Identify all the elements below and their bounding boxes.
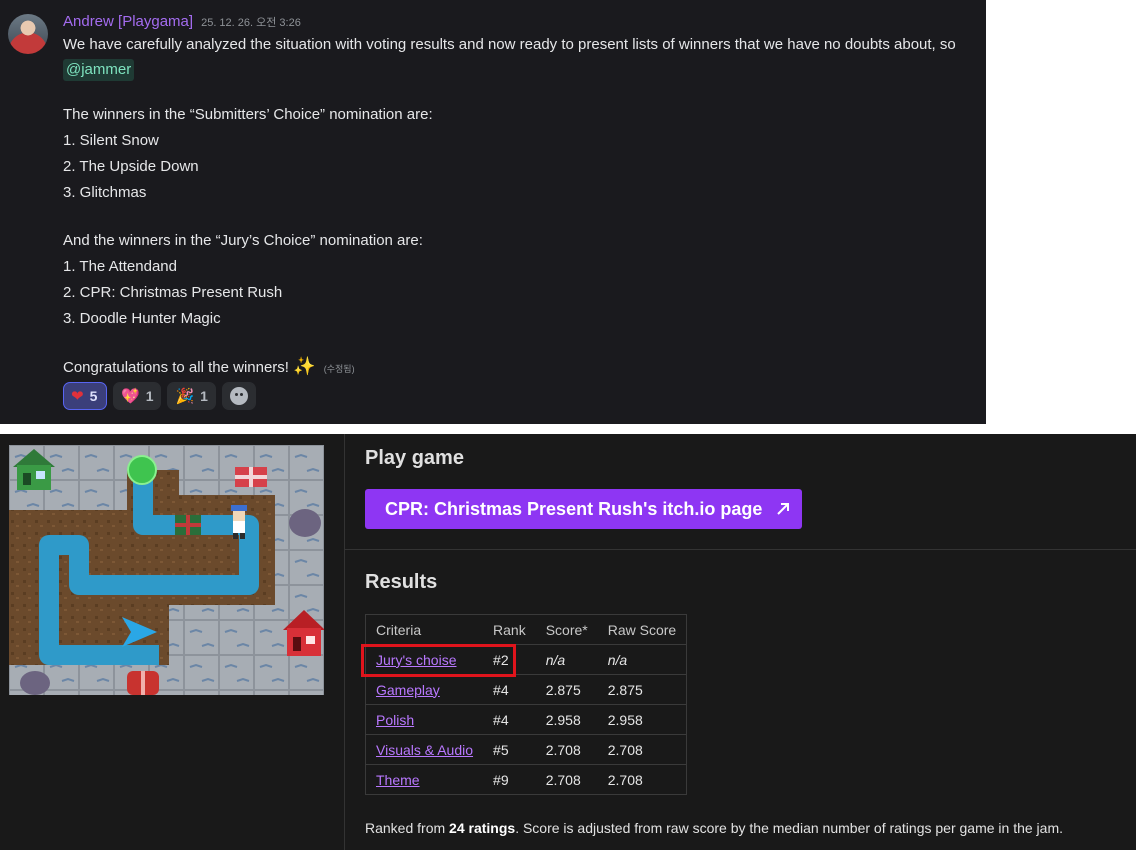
reaction-party[interactable]: 🎉 1	[167, 382, 216, 410]
criteria-link[interactable]: Polish	[376, 712, 414, 728]
raw-score-cell: 2.875	[597, 674, 687, 705]
reaction-heart[interactable]: ❤ 5	[63, 382, 107, 410]
submitters-item: 1. Silent Snow	[63, 132, 159, 149]
score-cell: 2.958	[535, 704, 598, 735]
table-row: Polish #4 2.958 2.958	[365, 704, 687, 735]
itch-game-page: Play game CPR: Christmas Present Rush's …	[0, 434, 1136, 850]
discord-message: Andrew [Playgama] 25. 12. 26. 오전 3:26 We…	[0, 0, 986, 424]
highlight-annotation	[361, 644, 516, 677]
ratings-count: 24 ratings	[449, 820, 516, 836]
reaction-bar: ❤ 5 💖 1 🎉 1	[63, 382, 256, 410]
reaction-count: 5	[89, 388, 98, 404]
reaction-heart-sparkle[interactable]: 💖 1	[113, 382, 162, 410]
table-row: Theme #9 2.708 2.708	[365, 764, 687, 795]
submitters-heading: The winners in the “Submitters’ Choice” …	[63, 106, 433, 123]
rock-icon	[20, 671, 50, 695]
heart-icon: ❤	[71, 387, 84, 405]
submitters-item: 2. The Upside Down	[63, 158, 199, 175]
jury-heading: And the winners in the “Jury’s Choice” n…	[63, 232, 423, 249]
avatar[interactable]	[8, 14, 48, 54]
external-link-icon	[777, 503, 790, 515]
start-marker	[127, 455, 157, 485]
section-divider	[345, 549, 1136, 550]
score-cell: 2.875	[535, 674, 598, 705]
smiley-icon	[229, 387, 248, 405]
present-icon	[235, 467, 267, 487]
congrats-line: Congratulations to all the winners! ✨ (수…	[63, 356, 355, 377]
footnote-suffix: . Score is adjusted from raw score by th…	[515, 820, 1063, 836]
submitters-item: 3. Glitchmas	[63, 184, 147, 201]
column-header: Criteria	[365, 614, 484, 645]
criteria-link[interactable]: Visuals & Audio	[376, 742, 473, 758]
criteria-link[interactable]: Theme	[376, 772, 420, 788]
sparkles-icon: ✨	[293, 356, 316, 376]
message-header: Andrew [Playgama] 25. 12. 26. 오전 3:26	[63, 13, 301, 30]
add-reaction-button[interactable]	[221, 382, 256, 410]
jury-item: 3. Doodle Hunter Magic	[63, 310, 221, 327]
column-header: Score*	[535, 614, 598, 645]
present-icon	[127, 671, 159, 695]
rank-cell: #5	[483, 734, 536, 765]
raw-score-cell: 2.958	[597, 704, 687, 735]
itch-page-button[interactable]: CPR: Christmas Present Rush's itch.io pa…	[365, 489, 802, 529]
heart-sparkle-icon: 💖	[121, 387, 140, 405]
play-game-heading: Play game	[365, 447, 464, 469]
column-divider	[344, 434, 345, 850]
rank-cell: #4	[483, 704, 536, 735]
table-row: Gameplay #4 2.875 2.875	[365, 674, 687, 705]
jury-item: 2. CPR: Christmas Present Rush	[63, 284, 283, 301]
message-timestamp: 25. 12. 26. 오전 3:26	[201, 17, 301, 29]
raw-score-cell: n/a	[597, 644, 687, 675]
itch-page-button-label: CPR: Christmas Present Rush's itch.io pa…	[385, 498, 763, 519]
score-cell: n/a	[535, 644, 598, 675]
rank-cell: #9	[483, 764, 536, 795]
column-header: Raw Score	[597, 614, 687, 645]
reaction-count: 1	[145, 388, 154, 404]
message-intro: We have carefully analyzed the situation…	[63, 36, 956, 53]
rank-cell: #4	[483, 674, 536, 705]
congrats-text: Congratulations to all the winners!	[63, 359, 289, 376]
reaction-count: 1	[200, 388, 208, 404]
table-header-row: Criteria Rank Score* Raw Score	[365, 614, 687, 645]
footnote-prefix: Ranked from	[365, 820, 450, 836]
ratings-footnote: Ranked from 24 ratings. Score is adjuste…	[365, 820, 1063, 836]
raw-score-cell: 2.708	[597, 764, 687, 795]
present-icon	[175, 515, 201, 535]
score-cell: 2.708	[535, 734, 598, 765]
party-popper-icon: 🎉	[175, 387, 195, 405]
jury-item: 1. The Attendand	[63, 258, 177, 275]
results-table: Criteria Rank Score* Raw Score Jury's ch…	[365, 614, 688, 795]
raw-score-cell: 2.708	[597, 734, 687, 765]
results-heading: Results	[365, 571, 438, 593]
author-name[interactable]: Andrew [Playgama]	[63, 13, 193, 30]
rock-icon	[289, 509, 321, 537]
game-screenshot[interactable]	[9, 445, 324, 695]
edited-label: (수정됨)	[323, 364, 355, 374]
criteria-link[interactable]: Gameplay	[376, 682, 440, 698]
score-cell: 2.708	[535, 764, 598, 795]
column-header: Rank	[483, 614, 536, 645]
user-mention[interactable]: @jammer	[63, 59, 135, 81]
table-row: Visuals & Audio #5 2.708 2.708	[365, 734, 687, 765]
